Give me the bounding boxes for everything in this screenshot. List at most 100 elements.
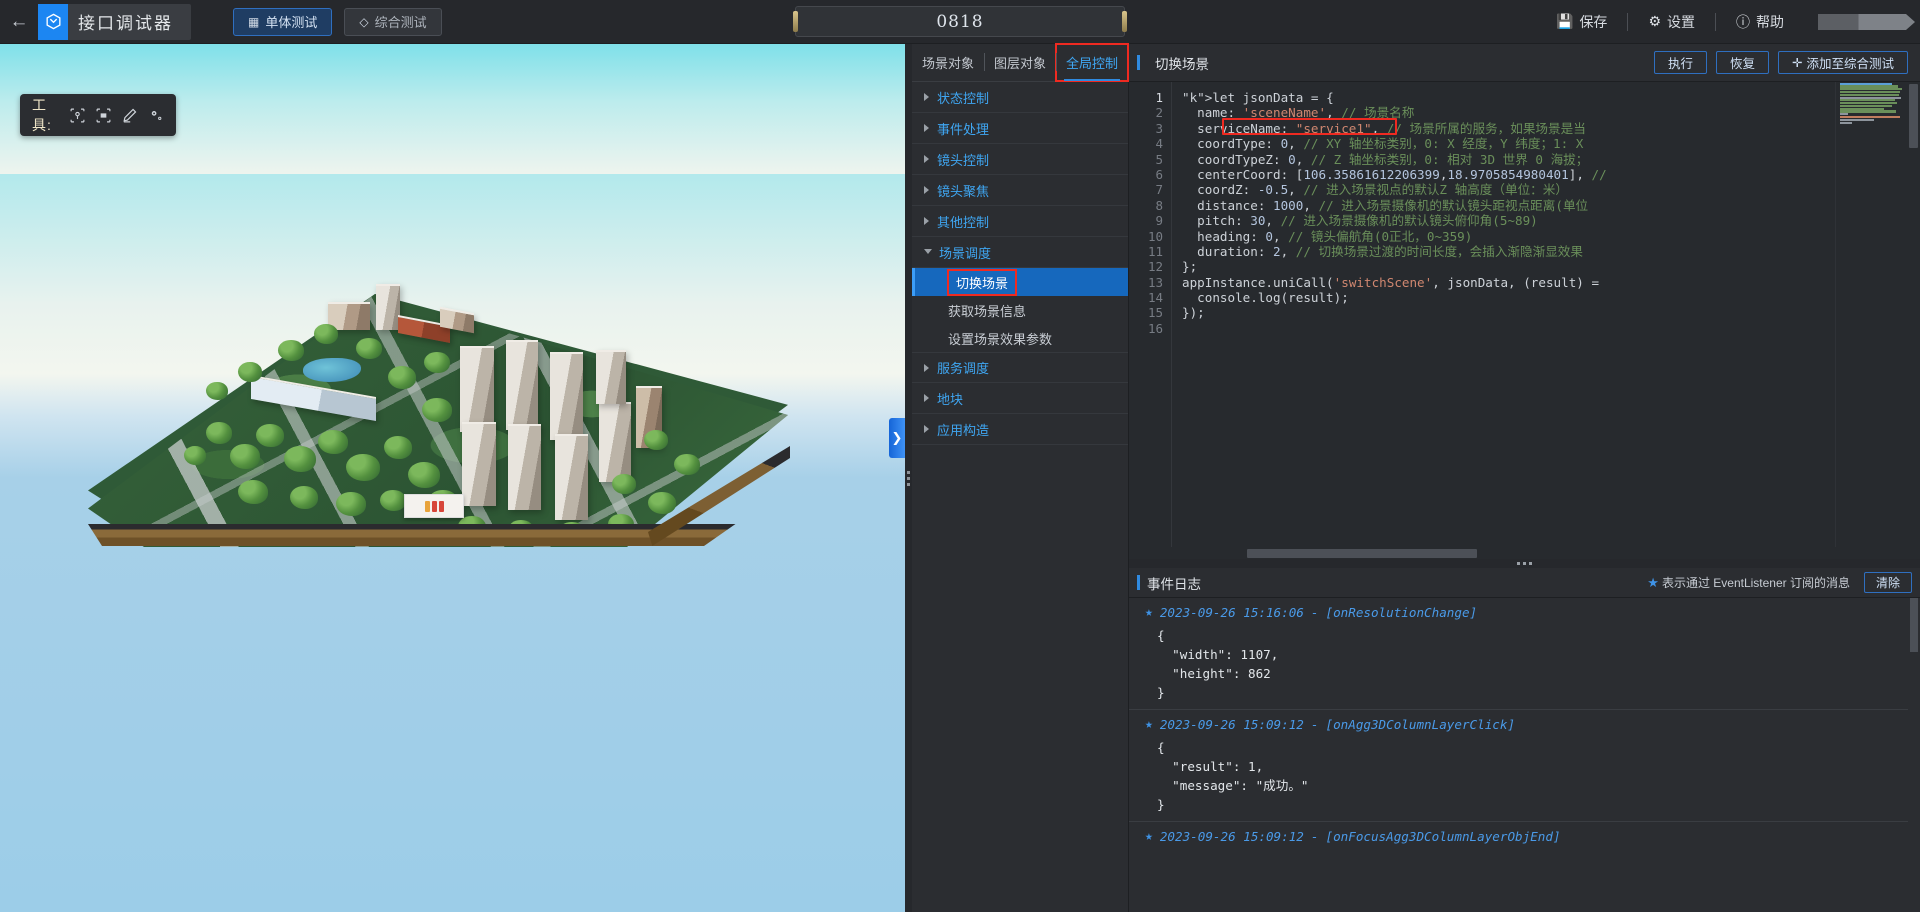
tree-group-parcel[interactable]: 地块 <box>912 383 1128 414</box>
clear-log-button[interactable]: 清除 <box>1863 572 1912 593</box>
log-panel-header: 事件日志 ★ 表示通过 EventListener 订阅的消息 清除 <box>1129 568 1920 598</box>
log-json-line: "width": 1107, <box>1157 647 1279 662</box>
building <box>506 340 538 430</box>
tab-scene-objects-label: 场景对象 <box>921 56 974 71</box>
scene-id-field[interactable]: 0818 <box>793 6 1127 37</box>
tree-item-label: 切换场景 <box>956 275 1009 291</box>
tree-group-app-construction[interactable]: 应用构造 <box>912 414 1128 445</box>
settings-gear-icon[interactable] <box>147 105 164 125</box>
top-bar: ← 接口调试器 ▦ 单体测试 ◇ 综合测试 0818 💾 保存 ⚙ 设置 ⓘ 帮… <box>0 0 1920 44</box>
tree-group-state-control[interactable]: 状态控制 <box>912 82 1128 113</box>
scrollbar-thumb[interactable] <box>1247 549 1477 558</box>
log-event-name: [onResolutionChange] <box>1325 605 1478 620</box>
log-panel-resize-handle[interactable] <box>1129 559 1920 568</box>
pin-marker-icon[interactable] <box>69 105 86 125</box>
tree-group-other-control[interactable]: 其他控制 <box>912 206 1128 237</box>
code-vertical-scrollbar[interactable] <box>1907 82 1920 547</box>
scrollbar-thumb[interactable] <box>1909 84 1918 148</box>
log-json-line: "height": 862 <box>1157 666 1271 681</box>
minimap-line <box>1840 121 1852 124</box>
code-horizontal-scrollbar[interactable] <box>1129 547 1920 559</box>
line-number: 13 <box>1147 274 1163 290</box>
drag-dots-icon <box>907 470 910 486</box>
pencil-icon[interactable] <box>121 105 138 125</box>
log-entry[interactable]: ★ 2023-09-26 15:09:12 - [onFocusAgg3DCol… <box>1129 822 1920 851</box>
panel-collapse-toggle[interactable]: ❯ <box>889 418 905 458</box>
tools-label: 工具: <box>32 97 52 133</box>
line-number: 5 <box>1155 151 1163 167</box>
tree-group-camera-focus[interactable]: 镜头聚焦 <box>912 175 1128 206</box>
code-editor[interactable]: 1 2 3 4 5 6 7 8 9 10 11 12 13 14 15 16 "… <box>1129 82 1920 547</box>
restore-button[interactable]: 恢复 <box>1715 51 1769 74</box>
code-minimap[interactable] <box>1835 82 1907 547</box>
tree-group-service-scheduling[interactable]: 服务调度 <box>912 352 1128 383</box>
log-entry-title: ★ 2023-09-26 15:16:06 - [onResolutionCha… <box>1129 605 1920 620</box>
log-entry[interactable]: ★ 2023-09-26 15:16:06 - [onResolutionCha… <box>1129 598 1920 710</box>
clear-log-label: 清除 <box>1875 576 1900 590</box>
code-and-log-panel: 切换场景 执行 恢复 ✛ 添加至综合测试 1 2 3 4 5 6 7 8 9 1… <box>1129 44 1920 912</box>
tree-group-label: 地块 <box>937 391 964 407</box>
tools-panel: 工具: <box>20 94 176 136</box>
code-line: distance: 1000, // 进入场景摄像机的默认镜头距视点距离(单位 <box>1182 197 1589 213</box>
chevron-right-icon <box>924 217 929 225</box>
settings-button[interactable]: ⚙ 设置 <box>1628 11 1715 33</box>
tab-comprehensive-test-label: 综合测试 <box>374 15 427 30</box>
line-number-gutter: 1 2 3 4 5 6 7 8 9 10 11 12 13 14 15 16 <box>1129 82 1171 547</box>
tree-group-scene-scheduling[interactable]: 场景调度 <box>912 237 1128 268</box>
tree <box>384 436 412 459</box>
frame-select-icon[interactable] <box>95 105 112 125</box>
line-number: 4 <box>1155 136 1163 152</box>
save-icon: 💾 <box>1556 13 1574 29</box>
help-button[interactable]: ⓘ 帮助 <box>1716 11 1804 33</box>
tab-global-control[interactable]: 全局控制 <box>1055 43 1129 82</box>
log-entry-payload: { "width": 1107, "height": 862 } <box>1129 626 1920 702</box>
log-entry[interactable]: ★ 2023-09-26 15:09:12 - [onAgg3DColumnLa… <box>1129 710 1920 822</box>
code-action-buttons: 执行 恢复 ✛ 添加至综合测试 <box>1653 51 1908 74</box>
tree-group-event-handling[interactable]: 事件处理 <box>912 113 1128 144</box>
log-json-line: "message": "成功。" <box>1157 778 1309 793</box>
code-text[interactable]: "k">let jsonData = { name: 'sceneName', … <box>1171 82 1920 547</box>
minimap-line <box>1840 110 1896 113</box>
field-cap-right <box>1122 11 1127 32</box>
execute-button[interactable]: 执行 <box>1653 51 1707 74</box>
save-button[interactable]: 💾 保存 <box>1536 11 1627 33</box>
billboard <box>404 494 464 518</box>
log-event-name: [onAgg3DColumnLayerClick] <box>1325 717 1516 732</box>
log-hint-text: 表示通过 EventListener 订阅的消息 <box>1661 576 1850 590</box>
3d-model <box>88 284 790 569</box>
drag-dot <box>1517 562 1520 565</box>
tab-layer-objects[interactable]: 图层对象 <box>984 44 1056 81</box>
tree-group-label: 事件处理 <box>937 121 990 137</box>
user-avatar-chip[interactable] <box>1818 13 1915 30</box>
add-to-comprehensive-test-button[interactable]: ✛ 添加至综合测试 <box>1778 51 1908 74</box>
tab-single-test[interactable]: ▦ 单体测试 <box>233 7 333 36</box>
tree-item-label: 获取场景信息 <box>948 303 1027 319</box>
back-arrow-icon[interactable]: ← <box>0 0 38 44</box>
tree <box>408 462 440 488</box>
terrain-side-front <box>88 524 736 546</box>
scene-viewport[interactable]: 工具: ❯ <box>0 44 905 912</box>
log-vertical-scrollbar[interactable] <box>1908 598 1920 912</box>
tree-group-camera-control[interactable]: 镜头控制 <box>912 144 1128 175</box>
tree-group-label: 镜头控制 <box>937 152 990 168</box>
tree-item-switch-scene[interactable]: 切换场景 <box>912 268 1128 296</box>
log-dash: - <box>1310 717 1319 732</box>
tab-scene-objects[interactable]: 场景对象 <box>912 44 984 81</box>
tree-item-set-scene-effect-params[interactable]: 设置场景效果参数 <box>912 324 1128 352</box>
log-json-line: } <box>1157 797 1165 812</box>
tab-comprehensive-test[interactable]: ◇ 综合测试 <box>344 7 442 36</box>
main-body: 工具: ❯ 场景对象 图层对象 全局控制 状态控制 事件处理 镜头控制 镜头聚焦… <box>0 43 1920 912</box>
log-entry-title: ★ 2023-09-26 15:09:12 - [onFocusAgg3DCol… <box>1129 829 1920 844</box>
accent-bar <box>1137 55 1140 70</box>
tab-layer-objects-label: 图层对象 <box>993 56 1046 71</box>
page-title: 接口调试器 <box>78 14 173 34</box>
viewport-resize-handle[interactable] <box>905 44 912 912</box>
scrollbar-thumb[interactable] <box>1910 598 1918 652</box>
line-number: 6 <box>1155 166 1163 182</box>
tree-item-get-scene-info[interactable]: 获取场景信息 <box>912 296 1128 324</box>
building <box>460 346 494 432</box>
code-panel-header: 切换场景 执行 恢复 ✛ 添加至综合测试 <box>1129 44 1920 82</box>
cube-logo-icon <box>38 3 68 40</box>
tree-item-label: 设置场景效果参数 <box>948 331 1053 347</box>
log-list[interactable]: ★ 2023-09-26 15:16:06 - [onResolutionCha… <box>1129 598 1920 912</box>
